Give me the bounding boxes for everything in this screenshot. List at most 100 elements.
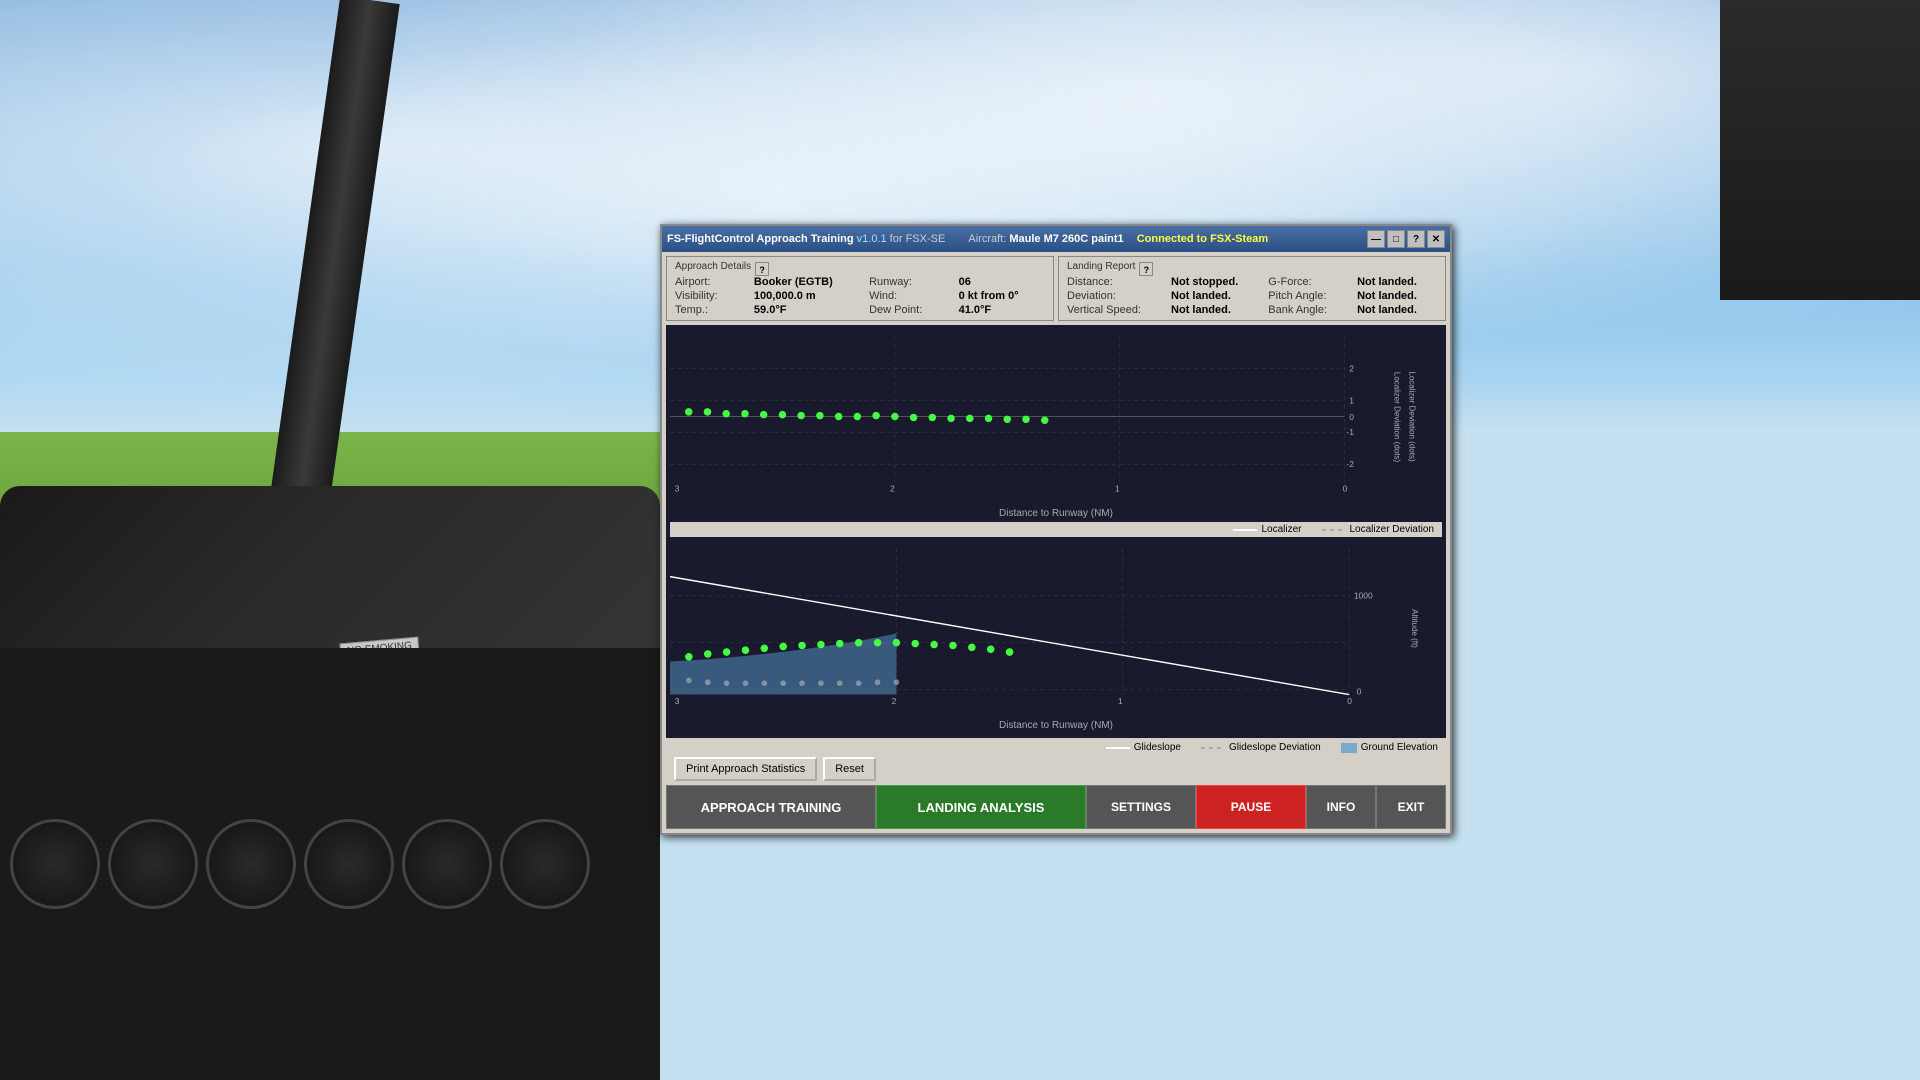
pitch-value: Not landed. <box>1357 290 1437 302</box>
glideslope-y-label: Altitude (ft) <box>1410 609 1419 648</box>
airport-label: Airport: <box>675 276 744 288</box>
minimize-button[interactable]: — <box>1367 230 1385 248</box>
svg-text:0: 0 <box>1349 412 1354 422</box>
svg-text:3: 3 <box>675 483 680 493</box>
reset-button[interactable]: Reset <box>823 757 876 781</box>
title-bar: FS-FlightControl Approach Training v1.0.… <box>662 226 1450 252</box>
landing-report-box: Landing Report ? Distance: Not stopped. … <box>1058 256 1446 321</box>
temp-value: 59.0°F <box>754 304 859 316</box>
gauge-5 <box>402 819 492 909</box>
gauge-4 <box>304 819 394 909</box>
landing-analysis-button[interactable]: LANDING ANALYSIS <box>876 785 1086 829</box>
localizer-legend-item: Localizer <box>1233 524 1301 535</box>
localizer-chart: 2 1 0 -1 -2 3 2 1 0 Localizer Deviation … <box>670 329 1442 504</box>
close-button[interactable]: ✕ <box>1427 230 1445 248</box>
localizer-label: Localizer <box>1261 524 1301 535</box>
glideslope-chart: 1000 0 3 2 1 0 Altitude (ft) <box>670 541 1442 716</box>
svg-text:-1: -1 <box>1346 427 1354 437</box>
runway-label: Runway: <box>869 276 949 288</box>
bank-label: Bank Angle: <box>1268 304 1347 316</box>
svg-text:2: 2 <box>1349 364 1354 374</box>
deviation-value: Not landed. <box>1171 290 1258 302</box>
svg-text:2: 2 <box>892 696 897 706</box>
distance-value: Not stopped. <box>1171 276 1258 288</box>
app-version: v1.0.1 <box>857 233 887 245</box>
approach-details-grid: Airport: Booker (EGTB) Runway: 06 Visibi… <box>675 276 1045 316</box>
ground-elevation-icon <box>1341 743 1357 753</box>
landing-report-help-icon[interactable]: ? <box>1139 262 1153 276</box>
localizer-y-label: Localizer Deviation (dots) <box>1408 371 1417 461</box>
gauge-2 <box>108 819 198 909</box>
restore-button[interactable]: □ <box>1387 230 1405 248</box>
landing-report-title: Landing Report <box>1067 261 1135 272</box>
info-button[interactable]: INFO <box>1306 785 1376 829</box>
localizer-deviation-legend-item: Localizer Deviation <box>1322 524 1435 535</box>
svg-text:-2: -2 <box>1346 459 1354 469</box>
svg-text:1: 1 <box>1118 696 1123 706</box>
glideslope-x-label: Distance to Runway (NM) <box>670 720 1442 734</box>
title-text: FS-FlightControl Approach Training v1.0.… <box>667 233 1367 245</box>
svg-text:2: 2 <box>890 483 895 493</box>
help-button[interactable]: ? <box>1407 230 1425 248</box>
localizer-deviation-line-icon <box>1322 529 1346 531</box>
svg-text:0: 0 <box>1357 687 1362 697</box>
dewpoint-value: 41.0°F <box>959 304 1045 316</box>
panel-window: FS-FlightControl Approach Training v1.0.… <box>660 224 1452 835</box>
glideslope-line-icon <box>1106 747 1130 749</box>
distance-label: Distance: <box>1067 276 1161 288</box>
gauge-1 <box>10 819 100 909</box>
dewpoint-label: Dew Point: <box>869 304 949 316</box>
svg-text:0: 0 <box>1347 696 1352 706</box>
exit-button[interactable]: EXIT <box>1376 785 1446 829</box>
svg-text:0: 0 <box>1343 483 1348 493</box>
app-name: FS-FlightControl Approach Training <box>667 233 854 245</box>
bottom-controls: Glideslope Glideslope Deviation Ground E… <box>666 738 1446 785</box>
pitch-label: Pitch Angle: <box>1268 290 1347 302</box>
glideslope-svg: 1000 0 3 2 1 0 <box>670 541 1387 716</box>
approach-details-title: Approach Details <box>675 261 751 272</box>
panel-content: Approach Details ? Airport: Booker (EGTB… <box>662 252 1450 833</box>
temp-label: Temp.: <box>675 304 744 316</box>
ground-elevation-label: Ground Elevation <box>1361 742 1438 753</box>
localizer-deviation-label: Localizer Deviation <box>1350 524 1435 535</box>
deviation-label: Deviation: <box>1067 290 1161 302</box>
bank-value: Not landed. <box>1357 304 1437 316</box>
pause-button[interactable]: PAUSE <box>1196 785 1306 829</box>
approach-details-help-icon[interactable]: ? <box>755 262 769 276</box>
glideslope-label: Glideslope <box>1134 742 1181 753</box>
details-row: Approach Details ? Airport: Booker (EGTB… <box>666 256 1446 321</box>
vspeed-label: Vertical Speed: <box>1067 304 1161 316</box>
visibility-label: Visibility: <box>675 290 744 302</box>
settings-button[interactable]: SETTINGS <box>1086 785 1196 829</box>
action-buttons: Print Approach Statistics Reset <box>674 757 1438 781</box>
svg-text:1: 1 <box>1115 483 1120 493</box>
glideslope-deviation-legend-item: Glideslope Deviation <box>1201 742 1321 753</box>
cockpit-strut-right <box>1720 0 1920 300</box>
gauge-3 <box>206 819 296 909</box>
connected-status: Connected to FSX-Steam <box>1137 233 1268 245</box>
approach-details-box: Approach Details ? Airport: Booker (EGTB… <box>666 256 1054 321</box>
wind-value: 0 kt from 0° <box>959 290 1045 302</box>
gforce-value: Not landed. <box>1357 276 1437 288</box>
glideslope-deviation-line-icon <box>1201 747 1225 749</box>
runway-value: 06 <box>959 276 1045 288</box>
localizer-x-label: Distance to Runway (NM) <box>670 508 1442 522</box>
gforce-label: G-Force: <box>1268 276 1347 288</box>
visibility-value: 100,000.0 m <box>754 290 859 302</box>
localizer-legend: Localizer Localizer Deviation <box>670 522 1442 537</box>
vspeed-value: Not landed. <box>1171 304 1258 316</box>
glideslope-deviation-label: Glideslope Deviation <box>1229 742 1321 753</box>
app-for: for <box>890 233 906 245</box>
localizer-line-icon <box>1233 529 1257 531</box>
localizer-y-axis-label: Localizer Deviation (dots) <box>1392 371 1401 461</box>
charts-area: 2 1 0 -1 -2 3 2 1 0 Localizer Deviation … <box>666 325 1446 738</box>
glideslope-legend: Glideslope Glideslope Deviation Ground E… <box>674 742 1438 753</box>
instrument-panel <box>0 648 660 1080</box>
gauge-6 <box>500 819 590 909</box>
landing-report-grid: Distance: Not stopped. G-Force: Not land… <box>1067 276 1437 316</box>
aircraft-name: Maule M7 260C paint1 <box>1009 233 1123 245</box>
print-stats-button[interactable]: Print Approach Statistics <box>674 757 817 781</box>
svg-text:3: 3 <box>675 696 680 706</box>
approach-training-button[interactable]: APPROACH TRAINING <box>666 785 876 829</box>
svg-text:1000: 1000 <box>1354 590 1373 600</box>
